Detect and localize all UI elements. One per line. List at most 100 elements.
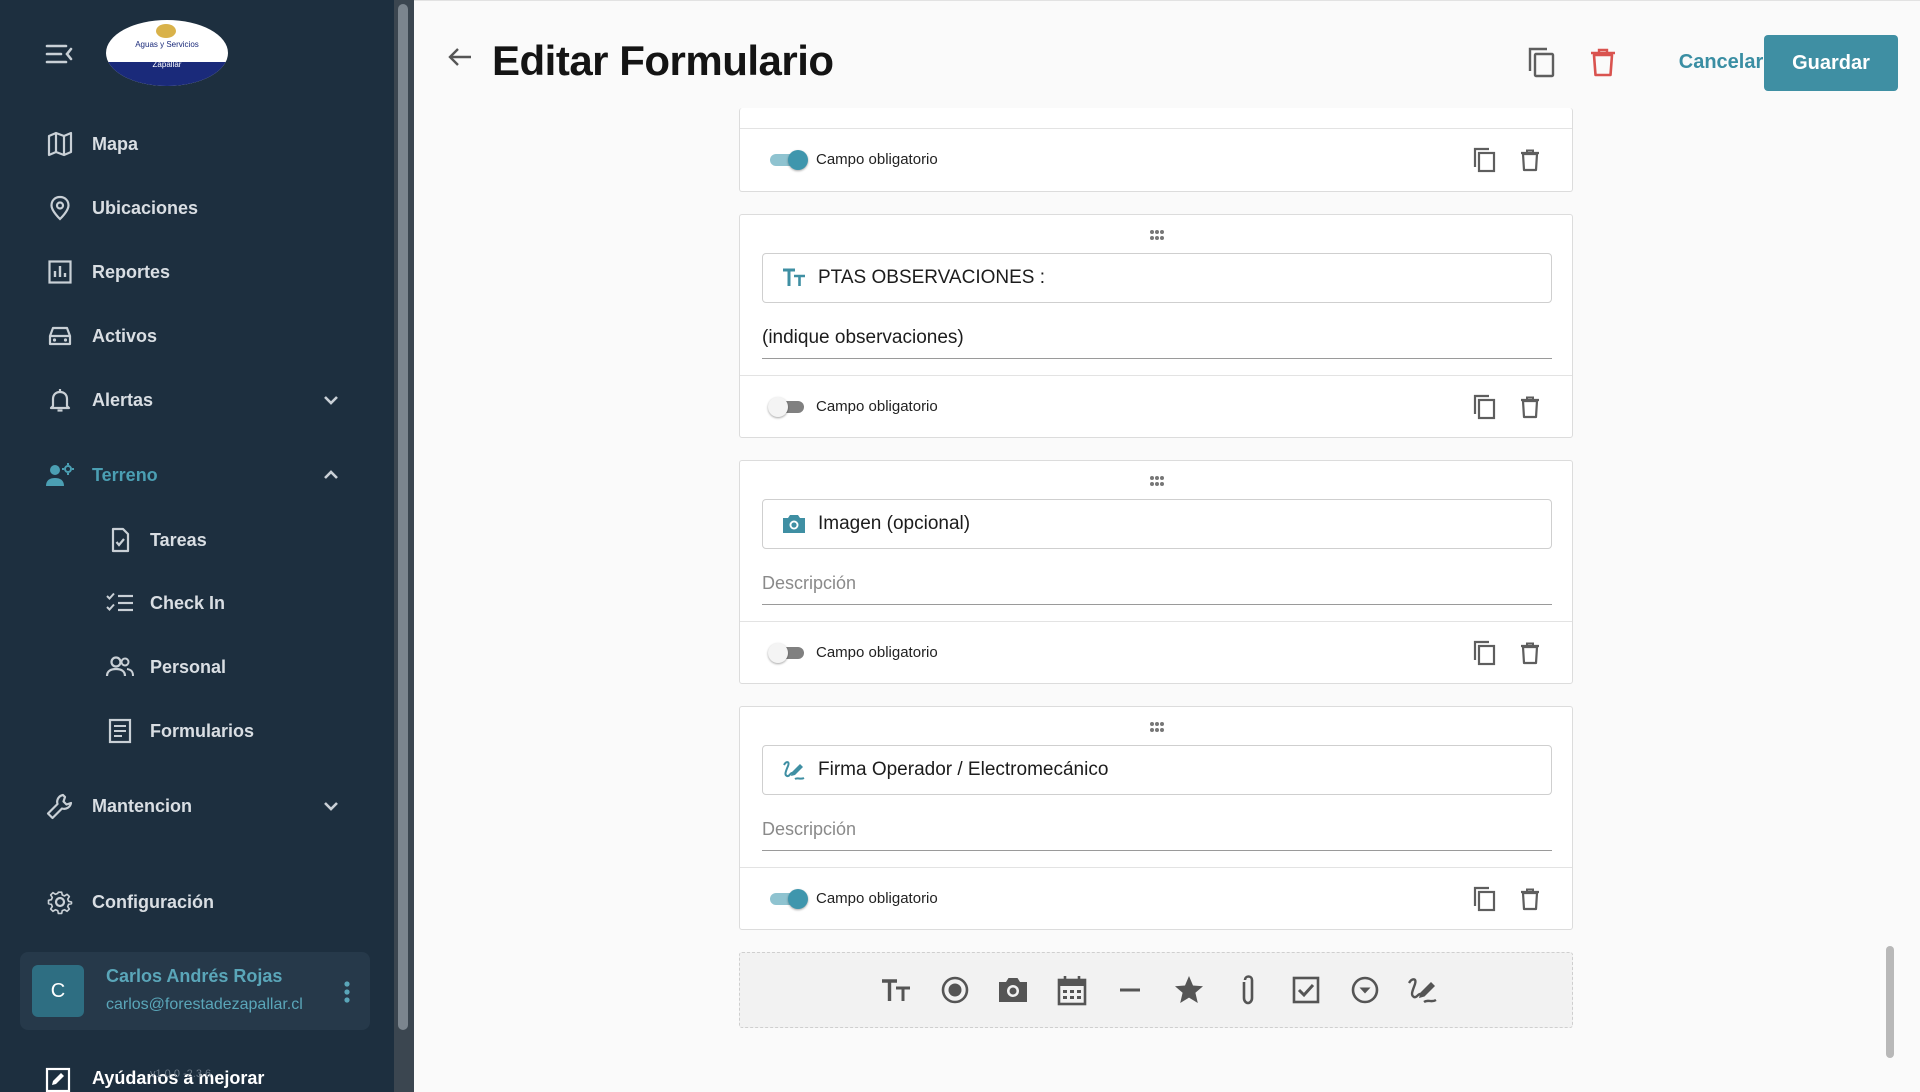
- chevron-down-icon[interactable]: [318, 387, 344, 413]
- sidebar-item-label: Check In: [150, 592, 226, 613]
- signature-icon[interactable]: [1406, 973, 1440, 1007]
- drag-handle-icon[interactable]: [1142, 719, 1172, 735]
- duplicate-field-icon[interactable]: [1470, 146, 1498, 174]
- sidebar-header: Aguas y Servicios Los Altos de Zapallar: [0, 0, 394, 110]
- sidebar-item-label: Reportes: [92, 261, 171, 282]
- calendar-icon[interactable]: [1055, 973, 1089, 1007]
- required-toggle[interactable]: [768, 642, 808, 664]
- company-logo[interactable]: Aguas y Servicios Los Altos de Zapallar: [106, 20, 228, 86]
- toggle-knob: [768, 397, 788, 417]
- duplicate-field-icon[interactable]: [1470, 885, 1498, 913]
- sidebar-item-terreno[interactable]: Terreno: [0, 449, 394, 501]
- field-description-placeholder: Descripción: [762, 573, 857, 593]
- divider-icon[interactable]: [1113, 973, 1147, 1007]
- logo-sun-icon: [156, 24, 176, 38]
- sidebar-item-label: Configuración: [92, 891, 214, 912]
- sidebar-item-tareas[interactable]: Tareas: [0, 514, 394, 566]
- delete-field-icon[interactable]: [1516, 639, 1544, 667]
- task-file-icon: [104, 524, 136, 556]
- menu-collapse-icon[interactable]: [44, 40, 74, 68]
- duplicate-field-icon[interactable]: [1470, 639, 1498, 667]
- sidebar-item-alertas[interactable]: Alertas: [0, 374, 394, 426]
- sidebar-item-formularios[interactable]: Formularios: [0, 705, 394, 757]
- user-card[interactable]: C Carlos Andrés Rojas carlos@forestadeza…: [20, 952, 370, 1030]
- required-label: Campo obligatorio: [816, 890, 938, 907]
- wrench-icon: [44, 790, 76, 822]
- field-card-footer: Campo obligatorio: [740, 128, 1572, 190]
- more-vert-icon[interactable]: [340, 978, 354, 1006]
- field-title-input[interactable]: PTAS OBSERVACIONES :: [762, 253, 1552, 303]
- sidebar-item-mapa[interactable]: Mapa: [0, 118, 394, 170]
- duplicate-field-icon[interactable]: [1470, 393, 1498, 421]
- sidebar-scrollbar-thumb[interactable]: [398, 4, 408, 1030]
- checkbox-icon[interactable]: [1289, 973, 1323, 1007]
- delete-field-icon[interactable]: [1516, 885, 1544, 913]
- dropdown-icon[interactable]: [1348, 973, 1382, 1007]
- text-format-icon[interactable]: [879, 973, 913, 1007]
- user-name: Carlos Andrés Rojas: [106, 966, 283, 986]
- radio-icon[interactable]: [938, 973, 972, 1007]
- sidebar-item-reportes[interactable]: Reportes: [0, 246, 394, 298]
- sidebar-item-checkin[interactable]: Check In: [0, 577, 394, 629]
- field-card-footer: Campo obligatorio: [740, 375, 1572, 437]
- sidebar-item-personal[interactable]: Personal: [0, 641, 394, 693]
- sidebar-scrollbar[interactable]: [394, 0, 414, 1092]
- delete-form-icon[interactable]: [1586, 45, 1620, 79]
- attachment-icon[interactable]: [1231, 973, 1265, 1007]
- bell-icon: [44, 384, 76, 416]
- page-header: Editar Formulario Cancelar Guardar: [414, 0, 1920, 112]
- logo-text-line3: Zapallar: [152, 60, 182, 69]
- save-button[interactable]: Guardar: [1764, 35, 1898, 91]
- checklist-icon: [104, 587, 136, 619]
- sidebar-item-activos[interactable]: Activos: [0, 310, 394, 362]
- delete-field-icon[interactable]: [1516, 393, 1544, 421]
- field-description-placeholder: Descripción: [762, 819, 857, 839]
- sidebar-item-label: Ubicaciones: [92, 197, 199, 218]
- chevron-down-icon[interactable]: [318, 793, 344, 819]
- star-icon[interactable]: [1172, 973, 1206, 1007]
- required-toggle[interactable]: [768, 888, 808, 910]
- page-title: Editar Formulario: [492, 37, 834, 84]
- chevron-up-icon[interactable]: [318, 462, 344, 488]
- required-label: Campo obligatorio: [816, 644, 938, 661]
- sidebar-item-configuracion[interactable]: Configuración: [0, 876, 394, 928]
- toggle-knob: [768, 643, 788, 663]
- form-field-card: Firma Operador / Electromecánico Descrip…: [739, 706, 1573, 930]
- drag-handle-icon[interactable]: [1142, 227, 1172, 243]
- feedback-edit-icon: [44, 1066, 72, 1092]
- sidebar-item-label: Personal: [150, 656, 227, 677]
- delete-field-icon[interactable]: [1516, 146, 1544, 174]
- field-description-input[interactable]: Descripción: [762, 561, 1552, 605]
- sidebar-item-mantencion[interactable]: Mantencion: [0, 780, 394, 832]
- bar-chart-icon: [44, 256, 76, 288]
- field-title-input[interactable]: Imagen (opcional): [762, 499, 1552, 549]
- signature-icon: [781, 757, 807, 783]
- duplicate-form-icon[interactable]: [1524, 45, 1558, 79]
- sidebar-item-label: Mapa: [92, 133, 139, 154]
- content-scrollbar[interactable]: [1882, 112, 1894, 1062]
- form-document-icon: [104, 715, 136, 747]
- add-field-toolbar: [739, 952, 1573, 1028]
- field-title: PTAS OBSERVACIONES :: [818, 267, 1046, 288]
- drag-handle-icon[interactable]: [1142, 473, 1172, 489]
- back-arrow-icon[interactable]: [444, 41, 476, 73]
- required-label: Campo obligatorio: [816, 398, 938, 415]
- content-scrollbar-thumb[interactable]: [1886, 946, 1894, 1058]
- text-format-icon: [781, 265, 807, 291]
- sidebar-item-ubicaciones[interactable]: Ubicaciones: [0, 182, 394, 234]
- field-description-input[interactable]: (indique observaciones): [762, 315, 1552, 359]
- field-card-footer: Campo obligatorio: [740, 621, 1572, 683]
- camera-icon[interactable]: [996, 973, 1030, 1007]
- location-pin-icon: [44, 192, 76, 224]
- logo-text-line1: Aguas y Servicios: [135, 40, 199, 49]
- gear-icon: [44, 886, 76, 918]
- field-description-input[interactable]: Descripción: [762, 807, 1552, 851]
- field-title-input[interactable]: Firma Operador / Electromecánico: [762, 745, 1552, 795]
- required-toggle[interactable]: [768, 396, 808, 418]
- field-card-footer: Campo obligatorio: [740, 867, 1572, 929]
- form-field-card: PTAS OBSERVACIONES : (indique observacio…: [739, 214, 1573, 438]
- form-field-card: Campo obligatorio: [739, 108, 1573, 192]
- sidebar-item-label: Activos: [92, 325, 158, 346]
- required-toggle[interactable]: [768, 149, 808, 171]
- people-icon: [104, 651, 136, 683]
